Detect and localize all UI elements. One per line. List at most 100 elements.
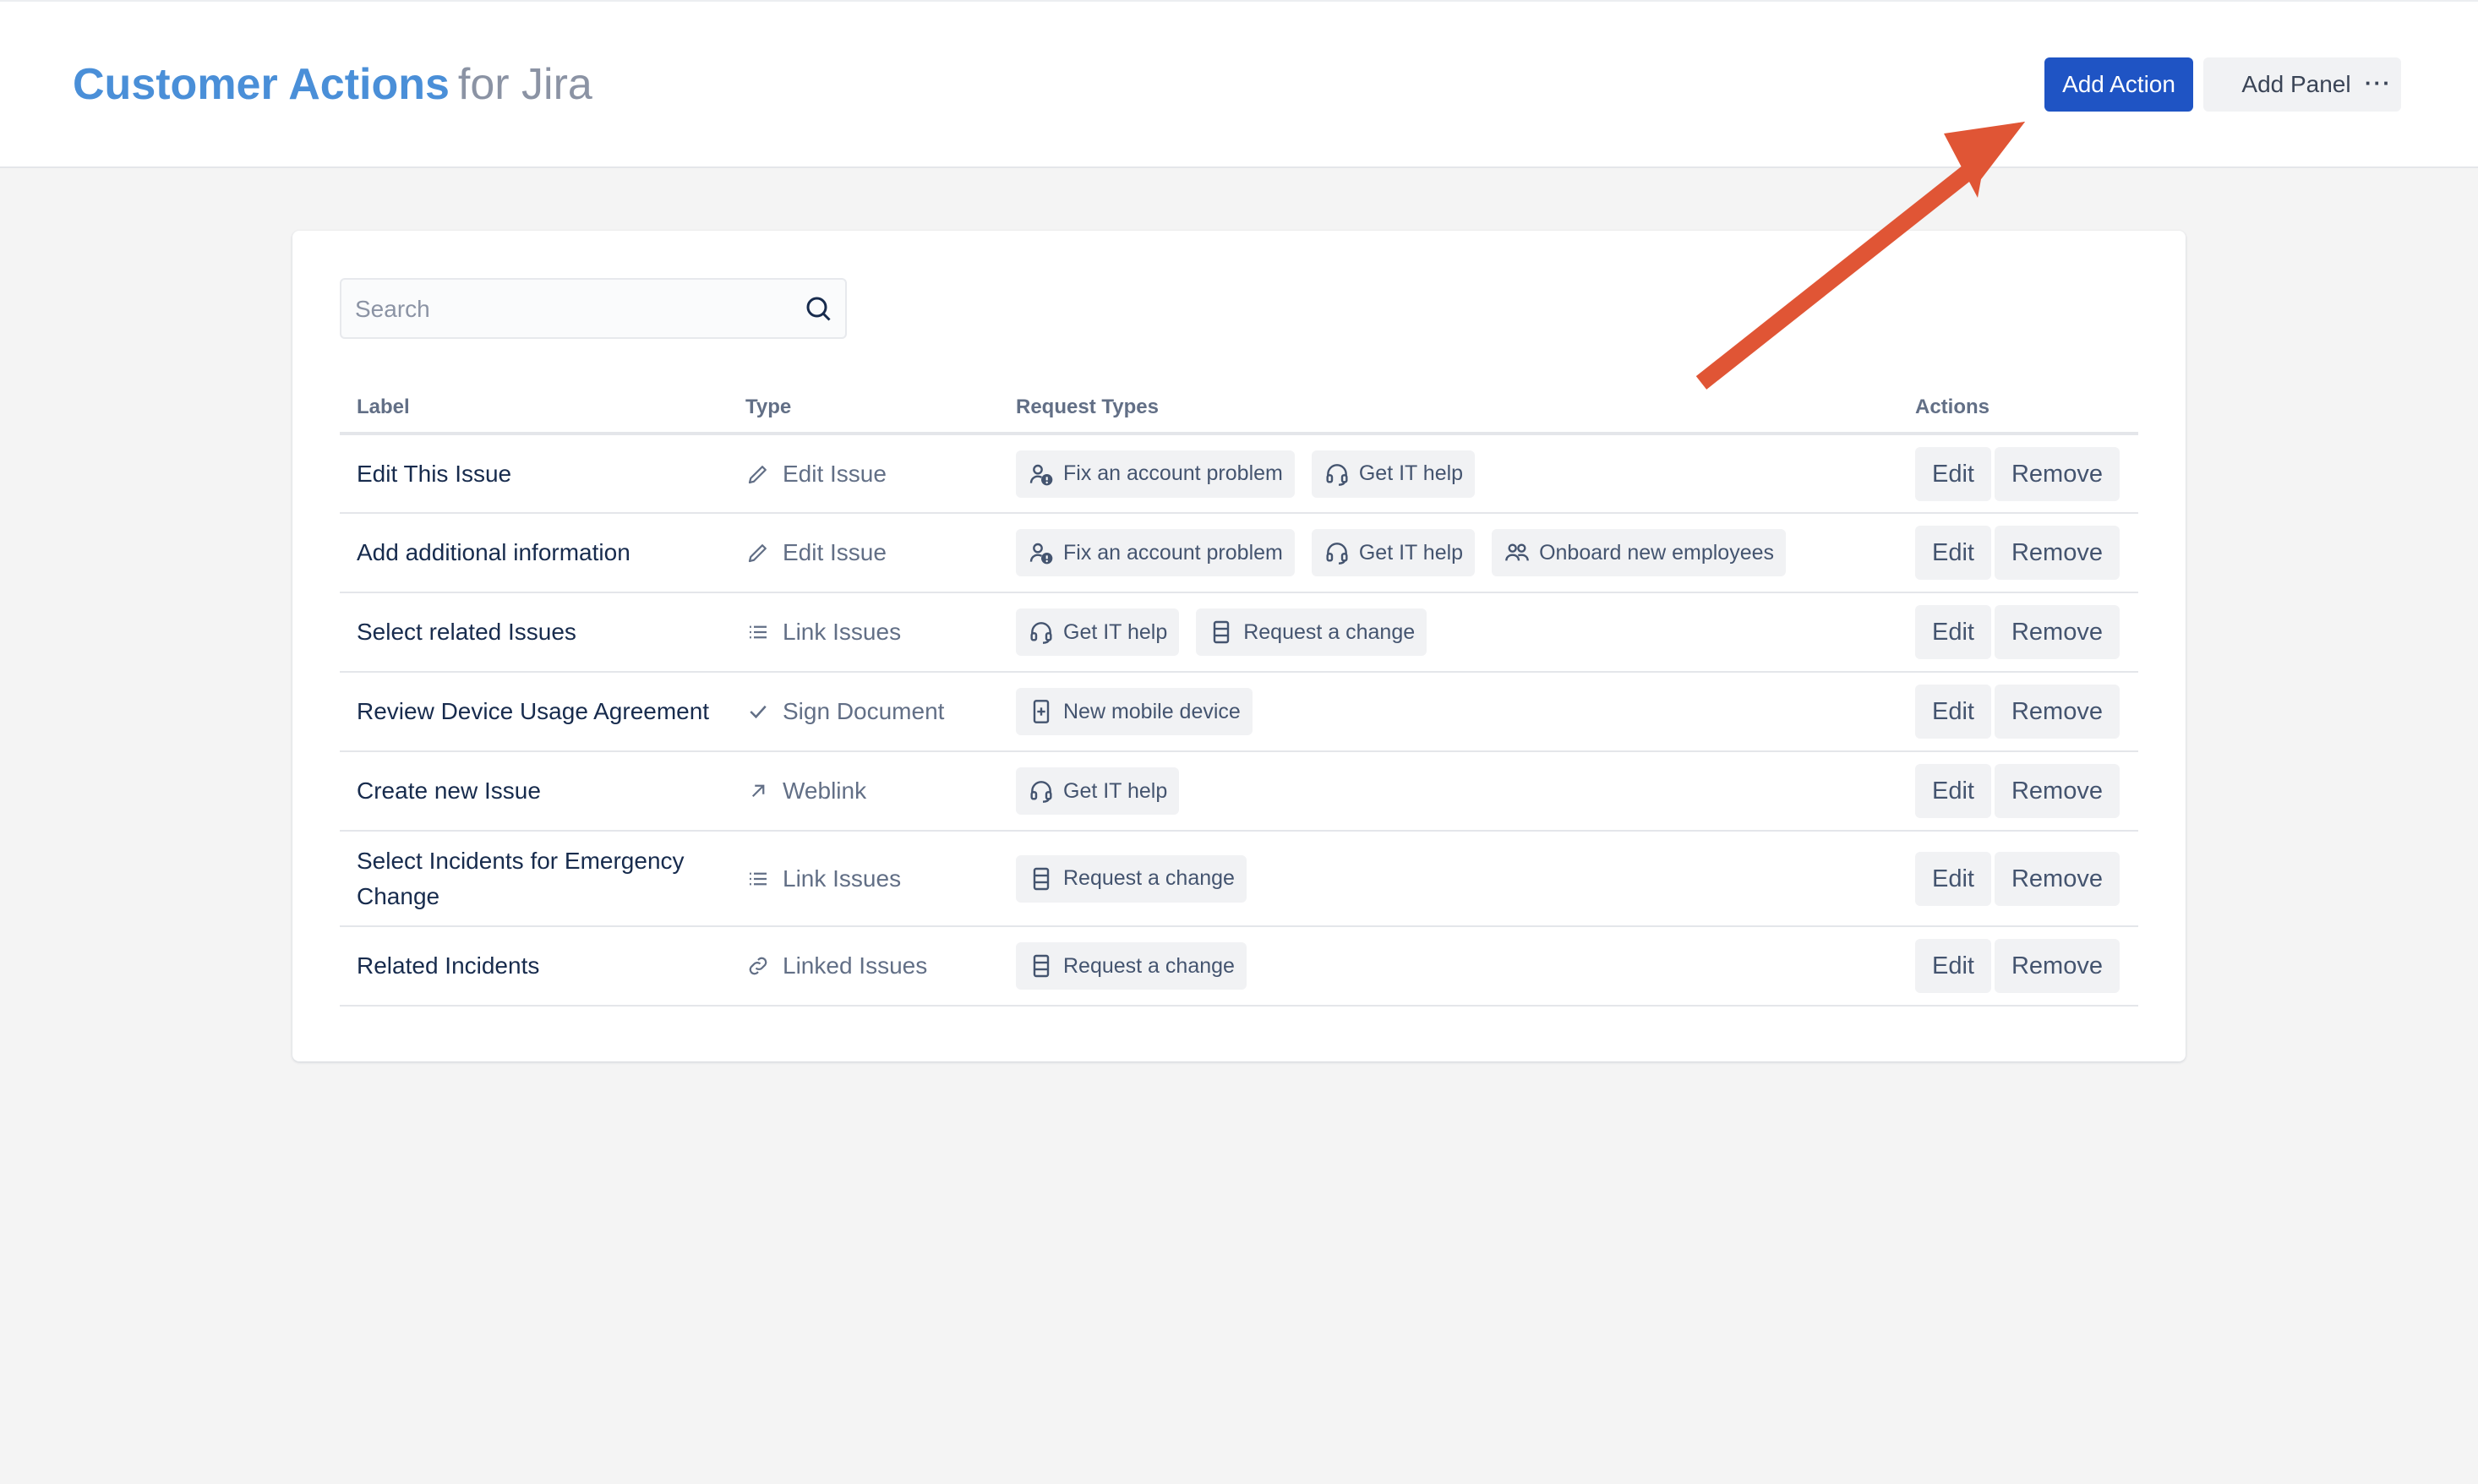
row-request-types: New mobile device	[999, 672, 1898, 752]
edit-button[interactable]: Edit	[1915, 605, 1991, 659]
row-label: Select related Issues	[340, 592, 729, 673]
request-type-chip: Get IT help	[1016, 608, 1180, 656]
mobile-plus-icon	[1033, 700, 1050, 723]
check-icon	[750, 705, 767, 719]
request-type-chip: Request a change	[1016, 854, 1247, 903]
remove-button[interactable]: Remove	[1994, 685, 2120, 739]
column-header-actions: Actions	[1898, 383, 2138, 435]
app-brand: Customer Actions	[73, 60, 450, 109]
row-actions: Edit Remove	[1898, 434, 2138, 514]
table-row: Review Device Usage Agreement Sign Docume…	[340, 672, 2138, 752]
request-type-chip: Onboard new employees	[1492, 529, 1787, 576]
request-type-label: Get IT help	[1063, 619, 1168, 644]
row-type-label: Link Issues	[783, 865, 902, 892]
list-icon	[750, 872, 767, 885]
column-header-label: Label	[340, 383, 729, 435]
link-icon	[749, 957, 767, 975]
request-type-chip: Request a change	[1016, 942, 1247, 990]
row-label: Edit This Issue	[340, 434, 729, 514]
edit-button[interactable]: Edit	[1915, 939, 1991, 993]
row-type: Linked Issues	[729, 926, 999, 1007]
add-action-button[interactable]: Add Action	[2044, 57, 2193, 112]
row-type: Link Issues	[729, 592, 999, 673]
row-request-types: Request a change	[999, 831, 1898, 927]
header-bar: Customer Actions for Jira Add Action Add …	[0, 0, 2478, 168]
page-title: Customer Actions for Jira	[73, 54, 592, 115]
actions-table: Label Type Request Types Actions Edit Th…	[340, 383, 2138, 1007]
server-icon	[1214, 620, 1230, 644]
people-icon	[1505, 543, 1529, 561]
row-actions: Edit Remove	[1898, 831, 2138, 927]
app-product: for Jira	[457, 60, 592, 109]
remove-button[interactable]: Remove	[1994, 526, 2120, 580]
edit-button[interactable]: Edit	[1915, 851, 1991, 906]
row-actions: Edit Remove	[1898, 513, 2138, 593]
edit-button[interactable]: Edit	[1915, 446, 1991, 501]
row-label: Review Device Usage Agreement	[340, 672, 729, 752]
edit-button[interactable]: Edit	[1915, 685, 1991, 739]
external-arrow-icon	[751, 784, 765, 798]
request-type-chip: New mobile device	[1016, 688, 1253, 735]
pencil-icon	[748, 544, 767, 563]
row-type: Edit Issue	[729, 513, 999, 593]
table-row: Select related Issues Link Issues Get IT h…	[340, 592, 2138, 673]
edit-button[interactable]: Edit	[1915, 526, 1991, 580]
row-actions: Edit Remove	[1898, 672, 2138, 752]
request-type-label: New mobile device	[1063, 699, 1241, 723]
row-type-label: Link Issues	[783, 619, 902, 645]
row-type-label: Edit Issue	[783, 460, 887, 487]
search-box[interactable]	[340, 278, 847, 339]
table-row: Edit This Issue Edit Issue Fix an account …	[340, 434, 2138, 514]
row-label: Add additional information	[340, 513, 729, 593]
row-type-label: Edit Issue	[783, 539, 887, 565]
request-type-chip: Fix an account problem	[1016, 450, 1295, 498]
headset-icon	[1326, 463, 1348, 486]
server-icon	[1033, 867, 1050, 890]
row-label: Select Incidents for Emergency Change	[340, 831, 729, 927]
search-icon[interactable]	[803, 293, 833, 324]
remove-button[interactable]: Remove	[1994, 939, 2120, 993]
row-type: Sign Document	[729, 672, 999, 752]
user-alert-icon	[1029, 464, 1053, 485]
column-header-request-types: Request Types	[999, 383, 1898, 435]
row-actions: Edit Remove	[1898, 751, 2138, 832]
request-type-label: Get IT help	[1358, 461, 1464, 485]
more-options-button[interactable]: ···	[2355, 57, 2401, 112]
remove-button[interactable]: Remove	[1994, 605, 2120, 659]
list-icon	[750, 625, 767, 639]
request-type-label: Fix an account problem	[1063, 540, 1283, 565]
request-type-label: Fix an account problem	[1063, 461, 1283, 485]
table-row: Create new Issue Weblink Get IT help Edit Re…	[340, 751, 2138, 832]
row-type: Link Issues	[729, 831, 999, 927]
row-label: Related Incidents	[340, 926, 729, 1007]
row-type: Weblink	[729, 751, 999, 832]
remove-button[interactable]: Remove	[1994, 446, 2120, 501]
column-header-type: Type	[729, 383, 999, 435]
row-request-types: Request a change	[999, 926, 1898, 1007]
server-icon	[1033, 954, 1050, 978]
request-type-chip: Get IT help	[1016, 767, 1180, 815]
row-request-types: Fix an account problem Get IT help	[999, 434, 1898, 514]
remove-button[interactable]: Remove	[1994, 851, 2120, 906]
headset-icon	[1030, 622, 1052, 644]
table-row: Add additional information Edit Issue Fix …	[340, 513, 2138, 593]
headset-icon	[1326, 543, 1348, 565]
request-type-chip: Fix an account problem	[1016, 529, 1295, 576]
row-request-types: Fix an account problem Get IT help Onboard…	[999, 513, 1898, 593]
row-type-label: Linked Issues	[783, 952, 928, 979]
remove-button[interactable]: Remove	[1994, 764, 2120, 818]
row-actions: Edit Remove	[1898, 926, 2138, 1007]
row-type-label: Sign Document	[783, 698, 945, 724]
request-type-label: Get IT help	[1063, 778, 1168, 803]
edit-button[interactable]: Edit	[1915, 764, 1991, 818]
actions-card: Label Type Request Types Actions Edit Th…	[292, 231, 2186, 1061]
row-type-label: Weblink	[783, 777, 867, 804]
request-type-label: Get IT help	[1358, 540, 1464, 565]
row-request-types: Get IT help	[999, 751, 1898, 832]
row-label: Create new Issue	[340, 751, 729, 832]
request-type-label: Request a change	[1063, 866, 1235, 890]
request-type-label: Request a change	[1243, 619, 1416, 644]
request-type-chip: Get IT help	[1311, 450, 1476, 498]
search-input[interactable]	[353, 288, 796, 330]
row-request-types: Get IT help Request a change	[999, 592, 1898, 673]
